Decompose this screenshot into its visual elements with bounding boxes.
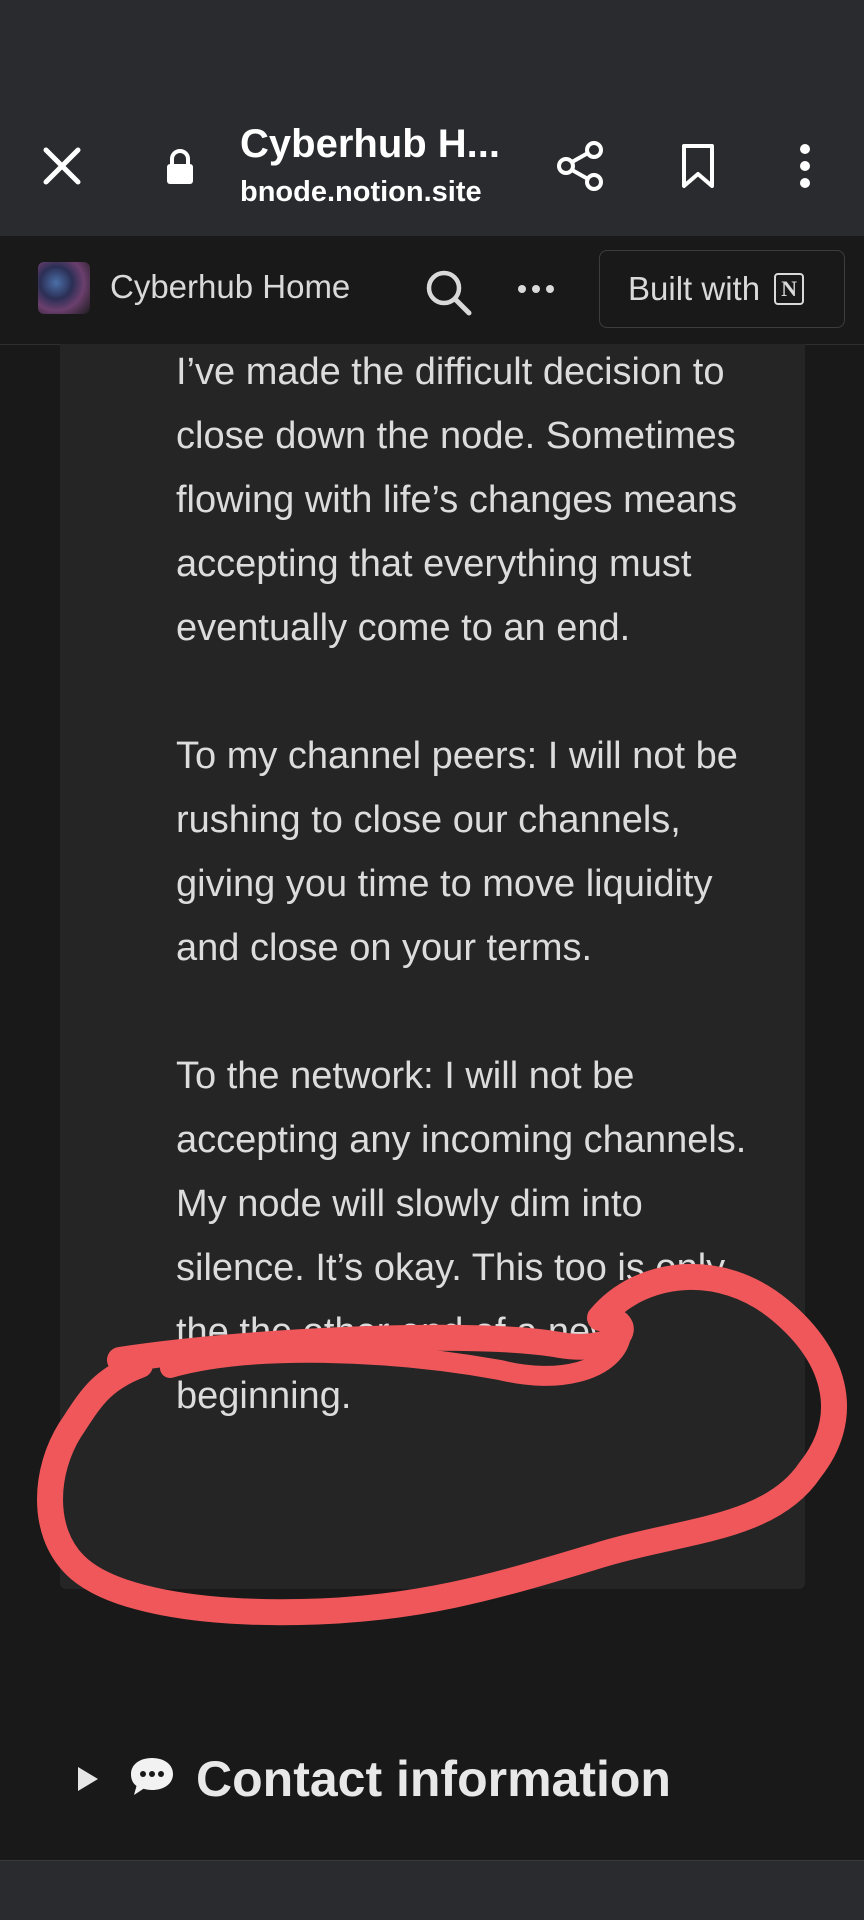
close-icon[interactable] xyxy=(36,140,88,192)
site-title[interactable]: Cyberhub Home xyxy=(110,268,350,306)
url-domain[interactable]: bnode.notion.site xyxy=(240,176,482,209)
share-icon[interactable] xyxy=(555,138,605,194)
speech-bubble-icon xyxy=(128,1755,176,1804)
browser-toolbar xyxy=(0,100,864,236)
built-with-label: Built with xyxy=(628,270,761,307)
more-horiz-icon[interactable] xyxy=(514,274,558,304)
site-avatar[interactable] xyxy=(38,262,90,314)
callout-paragraph: To my channel peers: I will not be rushi… xyxy=(176,735,738,969)
callout-paragraph: To the network: I will not be accepting … xyxy=(176,1055,747,1417)
toggle-title[interactable]: Contact information xyxy=(196,1750,671,1808)
notion-logo-icon: N xyxy=(774,273,805,305)
callout-text: I’ve made the difficult decision to clos… xyxy=(176,340,776,1492)
status-bar-area xyxy=(0,0,864,100)
bottom-navigation-bar xyxy=(0,1860,864,1920)
built-with-notion-button[interactable]: Built with N xyxy=(599,250,845,328)
callout-paragraph: I’ve made the difficult decision to clos… xyxy=(176,351,738,649)
toggle-arrow-icon[interactable] xyxy=(78,1767,98,1791)
contact-information-toggle[interactable]: Contact information xyxy=(78,1750,671,1808)
search-icon[interactable] xyxy=(420,264,476,320)
bookmark-icon[interactable] xyxy=(676,140,720,192)
lock-icon[interactable] xyxy=(160,142,200,192)
page-title[interactable]: Cyberhub H... xyxy=(240,122,500,167)
more-vert-icon[interactable] xyxy=(790,140,820,192)
